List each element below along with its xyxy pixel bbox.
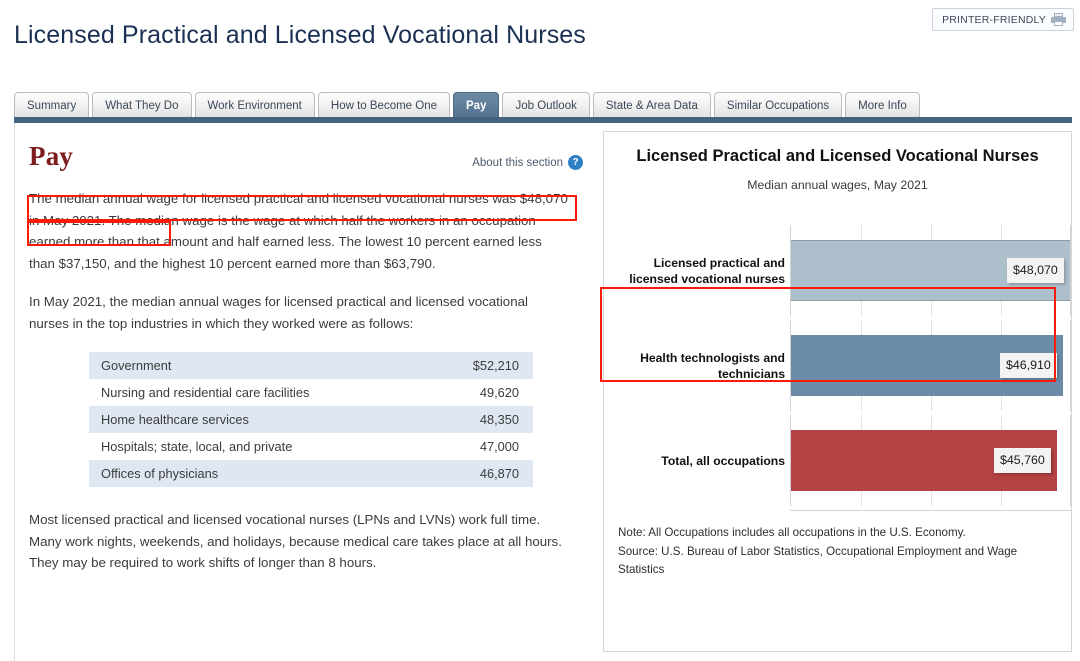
tab-label: More Info (858, 100, 907, 112)
tab-job-outlook[interactable]: Job Outlook (502, 92, 590, 119)
help-question-icon[interactable]: ? (568, 155, 583, 170)
printer-friendly-button[interactable]: PRINTER-FRIENDLY (932, 8, 1074, 31)
chart-source-text: Source: U.S. Bureau of Labor Statistics,… (618, 544, 1018, 577)
industry-wage: 48,350 (479, 412, 519, 427)
bar-value-label: $45,760 (994, 448, 1051, 473)
industry-name: Offices of physicians (101, 466, 219, 481)
bar-track: $46,910 (790, 320, 1071, 411)
table-row: Hospitals; state, local, and private 47,… (89, 433, 533, 460)
bar-row: Licensed practical and licensed vocation… (604, 225, 1071, 316)
tab-pay[interactable]: Pay (453, 92, 500, 119)
tab-more-info[interactable]: More Info (845, 92, 920, 119)
tab-label: Similar Occupations (726, 100, 830, 112)
tab-label: Summary (27, 100, 77, 112)
industry-wage: 46,870 (479, 466, 519, 481)
table-row: Government $52,210 (89, 352, 533, 379)
tab-how-to-become-one[interactable]: How to Become One (317, 92, 450, 119)
bar-row: Total, all occupations $45,760 (604, 415, 1071, 506)
tab-summary[interactable]: Summary (14, 92, 90, 119)
about-this-section-link[interactable]: About this section ? (472, 155, 583, 170)
bar-category-label: Total, all occupations (661, 453, 785, 468)
bar-track: $45,760 (790, 415, 1071, 506)
chart-title: Licensed Practical and Licensed Vocation… (636, 147, 1039, 165)
industry-wage-table: Government $52,210 Nursing and residenti… (89, 352, 533, 487)
page-title: Licensed Practical and Licensed Vocation… (14, 20, 586, 49)
bar-chart-plot: Licensed practical and licensed vocation… (604, 225, 1071, 511)
tab-what-they-do[interactable]: What They Do (92, 92, 192, 119)
chart-footnotes: Note: All Occupations includes all occup… (618, 524, 1058, 580)
chart-panel: Licensed Practical and Licensed Vocation… (603, 131, 1072, 652)
industry-name: Nursing and residential care facilities (101, 385, 310, 400)
table-row: Nursing and residential care facilities … (89, 379, 533, 406)
tab-work-environment[interactable]: Work Environment (194, 92, 315, 119)
tab-label: Pay (466, 100, 487, 112)
article-column: Pay About this section ? The median annu… (14, 123, 589, 661)
bar-category-label: Licensed practical and licensed vocation… (629, 255, 785, 286)
industry-wage: 49,620 (479, 385, 519, 400)
bar-track: $48,070 (790, 225, 1071, 316)
paragraph-work-schedule: Most licensed practical and licensed voc… (29, 512, 562, 570)
content-area: Pay About this section ? The median annu… (14, 123, 1072, 661)
table-row: Home healthcare services 48,350 (89, 406, 533, 433)
industry-name: Hospitals; state, local, and private (101, 439, 293, 454)
table-row: Offices of physicians 46,870 (89, 460, 533, 487)
industry-wage: $52,210 (472, 358, 519, 373)
chart-note-text: Note: All Occupations includes all occup… (618, 526, 966, 539)
tab-bar: Summary What They Do Work Environment Ho… (14, 90, 1072, 119)
bar-row: Health technologists and technicians $46… (604, 320, 1071, 411)
bar-category-label: Health technologists and technicians (640, 350, 785, 381)
plot-baseline (790, 510, 1071, 511)
printer-friendly-label: PRINTER-FRIENDLY (942, 13, 1046, 26)
tab-label: Work Environment (207, 100, 302, 112)
tab-state-area-data[interactable]: State & Area Data (592, 92, 711, 119)
tab-similar-occupations[interactable]: Similar Occupations (713, 92, 843, 119)
page-root: Licensed Practical and Licensed Vocation… (0, 0, 1080, 661)
tab-label: State & Area Data (605, 100, 698, 112)
tab-label: How to Become One (330, 100, 437, 112)
tab-label: What They Do (105, 100, 179, 112)
industry-name: Government (101, 358, 172, 373)
tab-label: Job Outlook (515, 100, 577, 112)
bar-value-label: $48,070 (1007, 258, 1064, 283)
bar-value-label: $46,910 (1000, 353, 1057, 378)
printer-icon (1051, 13, 1066, 26)
industry-name: Home healthcare services (101, 412, 249, 427)
industry-wage: 47,000 (479, 439, 519, 454)
about-this-section-label: About this section (472, 156, 563, 169)
paragraph-top-industries-intro: In May 2021, the median annual wages for… (29, 294, 528, 331)
paragraph-median-wage: The median annual wage for licensed prac… (29, 191, 568, 271)
chart-subtitle: Median annual wages, May 2021 (747, 178, 928, 192)
